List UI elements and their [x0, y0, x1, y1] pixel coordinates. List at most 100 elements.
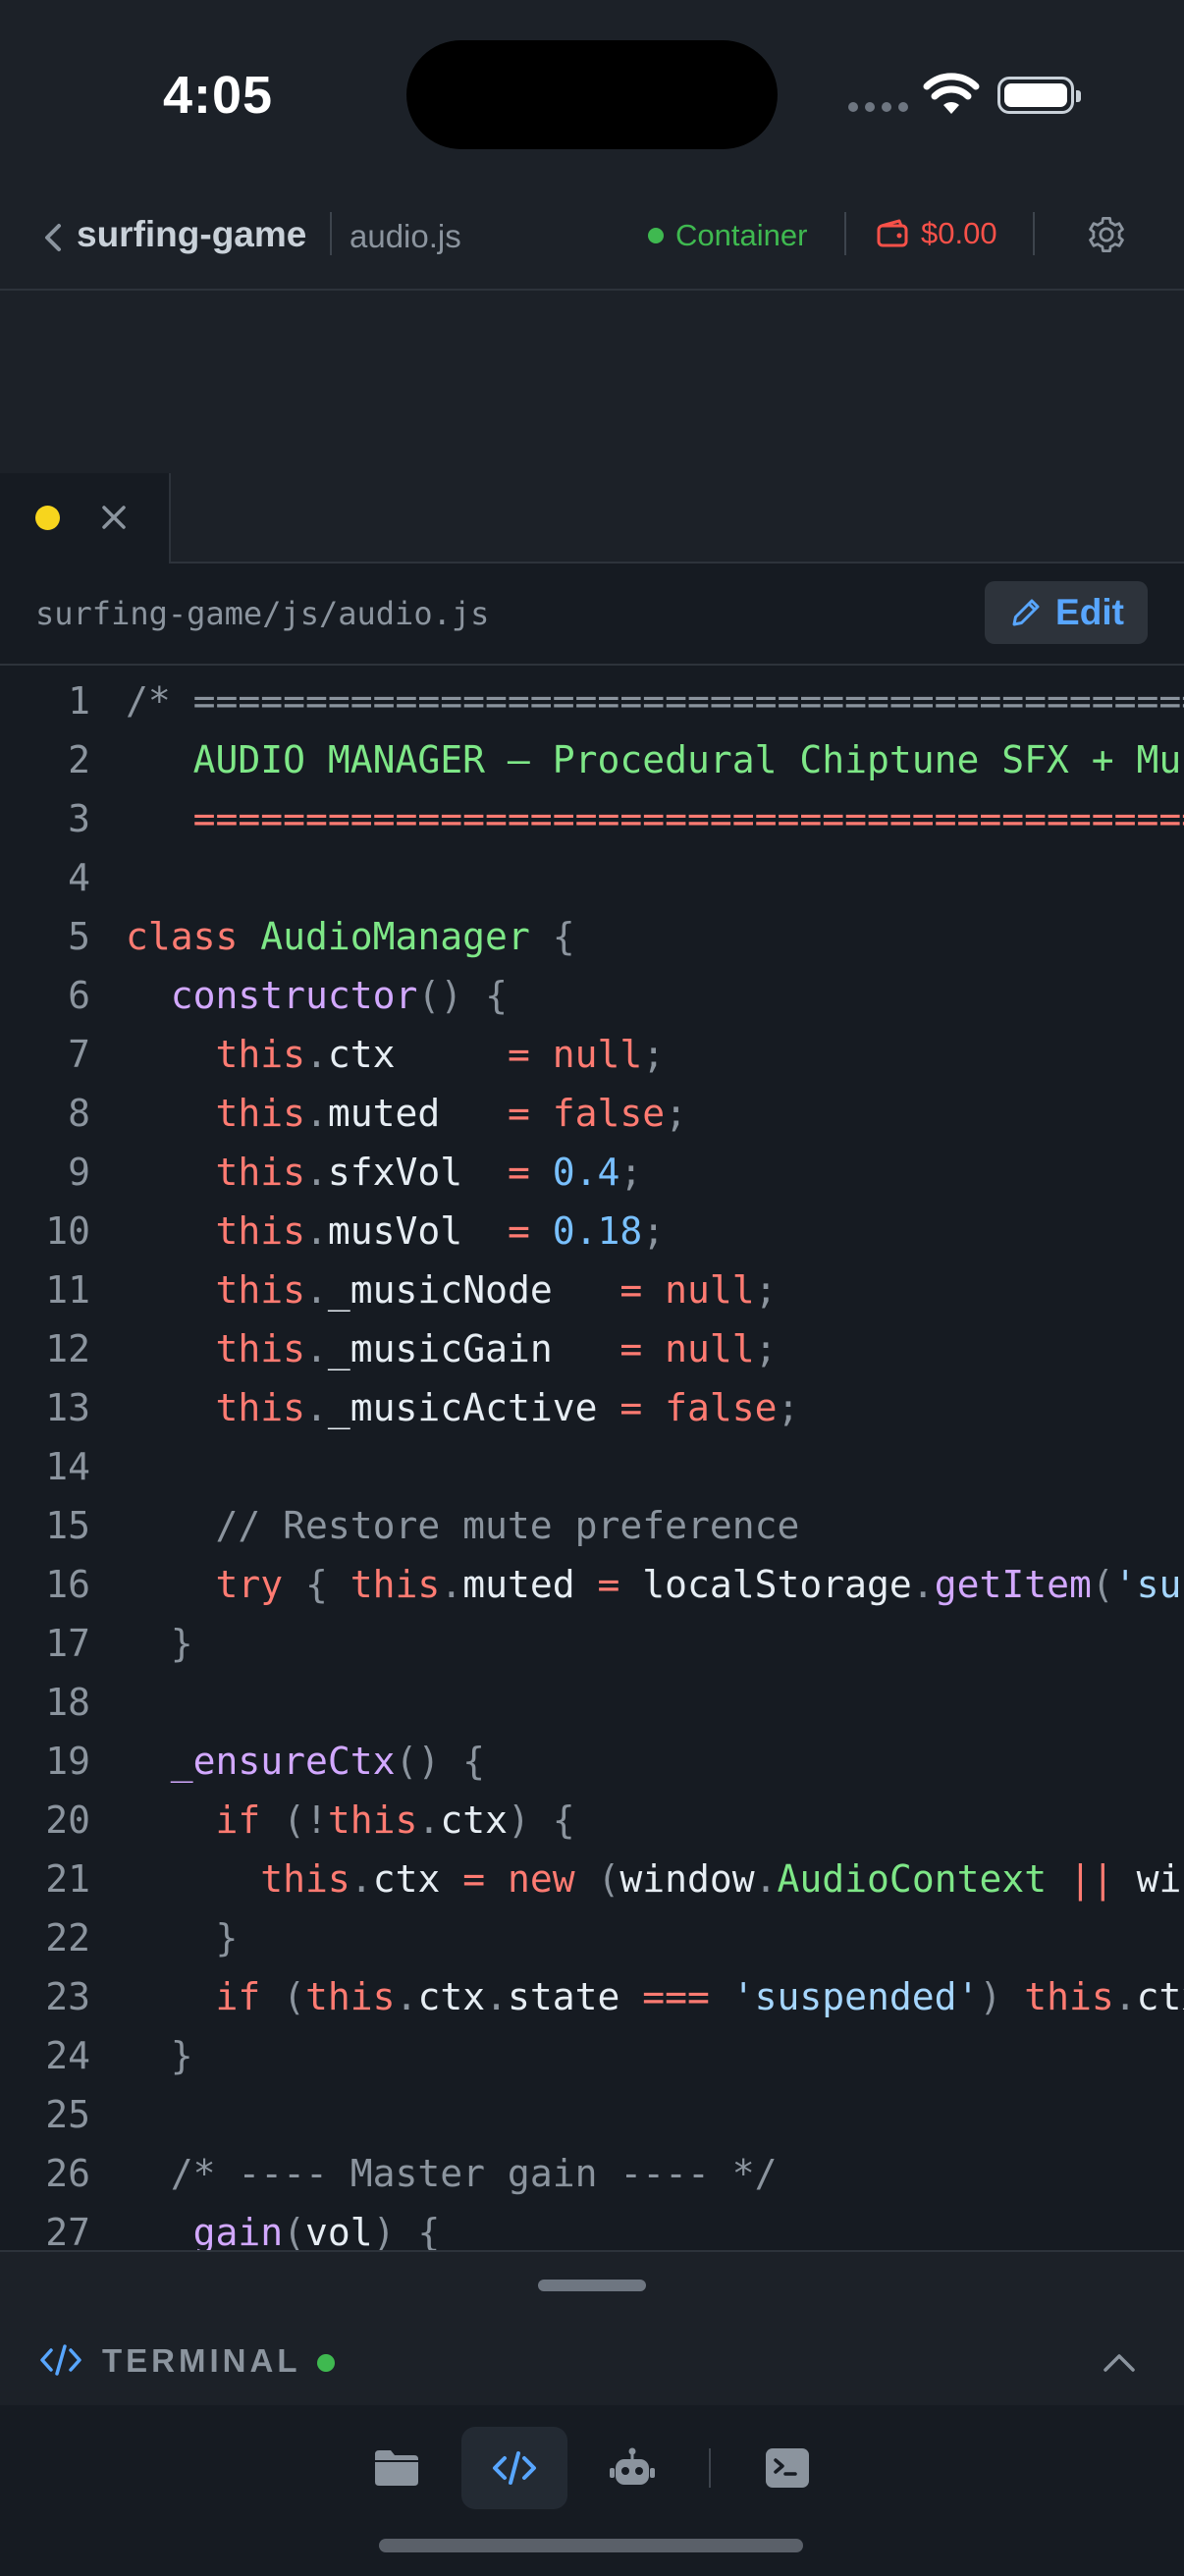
code-line[interactable]: 11 this._musicNode = null;	[0, 1261, 1184, 1319]
back-chevron-icon[interactable]	[39, 218, 69, 257]
cost-badge[interactable]: $0.00	[876, 216, 997, 251]
code-token: AUDIO MANAGER — Procedural Chiptune SFX …	[192, 738, 1184, 781]
code-text: ========================================…	[126, 789, 1184, 848]
code-line[interactable]: 26 /* ---- Master gain ---- */	[0, 2144, 1184, 2203]
code-editor[interactable]: 1 /* ====================================…	[0, 666, 1184, 2250]
code-token: getItem	[934, 1563, 1092, 1606]
code-line[interactable]: 14	[0, 1437, 1184, 1496]
code-line[interactable]: 8 this.muted = false;	[0, 1084, 1184, 1143]
code-line[interactable]: 2 AUDIO MANAGER — Procedural Chiptune SF…	[0, 730, 1184, 789]
code-line[interactable]: 22 }	[0, 1908, 1184, 1967]
nav-code-button[interactable]	[461, 2427, 567, 2509]
empty-area	[0, 291, 1184, 473]
code-token: _musicGain	[327, 1327, 620, 1370]
gear-icon[interactable]	[1086, 214, 1127, 255]
container-status[interactable]: Container	[648, 218, 807, 253]
code-line[interactable]: 23 if (this.ctx.state === 'suspended') t…	[0, 1967, 1184, 2026]
code-line[interactable]: 27 _gain(vol) {	[0, 2203, 1184, 2250]
code-line[interactable]: 7 this.ctx = null;	[0, 1025, 1184, 1084]
code-token: .	[911, 1563, 935, 1606]
resize-handle[interactable]	[538, 2280, 646, 2291]
code-token: this	[305, 1975, 396, 2018]
wifi-icon	[923, 73, 980, 114]
code-token: ctx	[327, 1033, 508, 1076]
code-line[interactable]: 12 this._musicGain = null;	[0, 1319, 1184, 1378]
nav-files-button[interactable]	[344, 2427, 450, 2509]
code-text: }	[126, 1908, 239, 1967]
code-token: this	[1024, 1975, 1114, 2018]
code-line[interactable]: 9 this.sfxVol = 0.4;	[0, 1143, 1184, 1202]
code-token: musVol	[327, 1209, 508, 1253]
cost-value: $0.00	[921, 216, 997, 250]
line-number: 16	[45, 1563, 90, 1606]
code-token: // Restore mute preference	[215, 1504, 800, 1547]
code-token: if	[215, 1975, 284, 2018]
terminal-header[interactable]: TERMINAL	[0, 2315, 1184, 2405]
code-line[interactable]: 17 }	[0, 1614, 1184, 1673]
code-text: this._musicGain = null;	[126, 1319, 778, 1378]
file-path-bar: surfing-game/js/audio.js Edit	[0, 564, 1184, 666]
code-line[interactable]: 16 try { this.muted = localStorage.getIt…	[0, 1555, 1184, 1614]
code-token: this	[215, 1386, 306, 1429]
code-line[interactable]: 25	[0, 2085, 1184, 2144]
line-number: 9	[68, 1151, 90, 1194]
code-token: this	[215, 1151, 306, 1194]
code-token: ctx	[1136, 1975, 1184, 2018]
code-token: =	[597, 1563, 643, 1606]
code-line[interactable]: 5 class AudioManager {	[0, 907, 1184, 966]
code-line[interactable]: 18	[0, 1673, 1184, 1732]
code-line[interactable]: 20 if (!this.ctx) {	[0, 1791, 1184, 1850]
code-line[interactable]: 10 this.musVol = 0.18;	[0, 1202, 1184, 1261]
code-token: ;	[777, 1386, 800, 1429]
code-token: _musicNode	[327, 1268, 620, 1312]
code-line[interactable]: 6 constructor() {	[0, 966, 1184, 1025]
code-text: if (!this.ctx) {	[126, 1791, 575, 1850]
code-line[interactable]: 19 _ensureCtx() {	[0, 1732, 1184, 1791]
code-text: }	[126, 2026, 193, 2085]
code-line[interactable]: 3 ======================================…	[0, 789, 1184, 848]
code-text: constructor() {	[126, 966, 508, 1025]
code-token: () {	[395, 1740, 486, 1783]
line-number: 6	[68, 974, 90, 1017]
line-number: 4	[68, 856, 90, 899]
code-token: _musicActive	[327, 1386, 620, 1429]
project-name[interactable]: surfing-game	[77, 214, 306, 255]
code-token: ;	[754, 1327, 778, 1370]
folder-icon	[375, 2450, 418, 2486]
code-token: this	[215, 1033, 306, 1076]
code-token: _ensureCtx	[170, 1740, 396, 1783]
code-token: .	[305, 1033, 328, 1076]
line-number: 12	[45, 1327, 90, 1370]
code-line[interactable]: 21 this.ctx = new (window.AudioContext |…	[0, 1850, 1184, 1908]
home-indicator[interactable]	[379, 2539, 803, 2552]
code-line[interactable]: 1 /* ====================================…	[0, 671, 1184, 730]
container-status-dot	[648, 228, 664, 243]
tab-audio-js[interactable]	[0, 473, 171, 564]
code-line[interactable]: 4	[0, 848, 1184, 907]
code-line[interactable]: 24 }	[0, 2026, 1184, 2085]
edit-button[interactable]: Edit	[985, 581, 1148, 644]
code-text: _ensureCtx() {	[126, 1732, 485, 1791]
nav-terminal-button[interactable]	[734, 2427, 840, 2509]
chevron-up-icon[interactable]	[1100, 2348, 1139, 2376]
code-token: }	[170, 1622, 193, 1665]
code-token: .	[305, 1268, 328, 1312]
code-token: .	[395, 1975, 418, 2018]
close-icon[interactable]	[99, 503, 129, 532]
code-text: this.ctx = new (window.AudioContext || w…	[126, 1850, 1184, 1908]
code-line[interactable]: 13 this._musicActive = false;	[0, 1378, 1184, 1437]
code-token: sfxVol	[327, 1151, 508, 1194]
code-token: 0.4	[552, 1151, 620, 1194]
code-token: ctx	[417, 1975, 486, 2018]
code-token: muted	[327, 1092, 508, 1135]
code-token: if	[215, 1798, 284, 1842]
code-line[interactable]: 15 // Restore mute preference	[0, 1496, 1184, 1555]
nav-agent-button[interactable]	[579, 2427, 685, 2509]
